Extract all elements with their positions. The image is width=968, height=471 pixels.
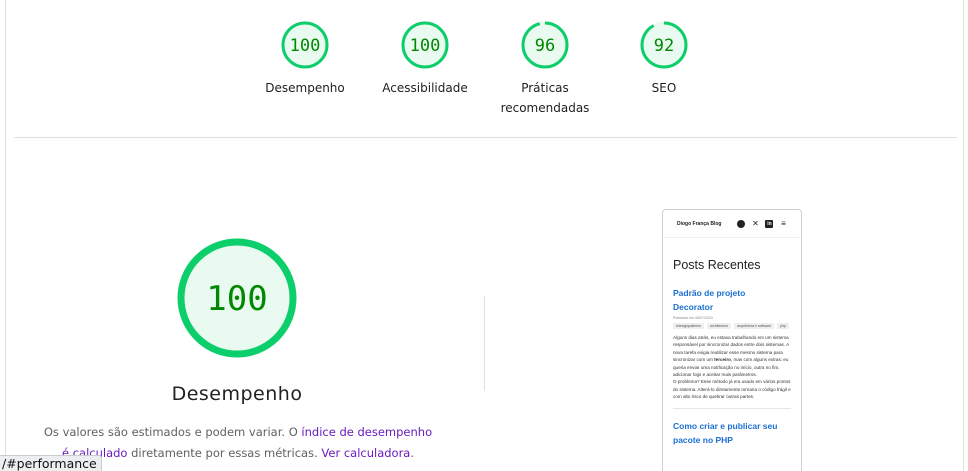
gauge-label: SEO <box>651 81 677 95</box>
post-title: Como criar e publicar seu pacote no PHP <box>673 420 778 445</box>
gauge-ring: 92 <box>640 21 688 69</box>
post-divider <box>673 407 791 409</box>
recent-posts-heading: Posts Recentes <box>673 258 761 272</box>
gauge-label: Desempenho <box>265 81 345 95</box>
performance-score: 100 <box>206 279 267 319</box>
post-title: Padrão de projeto Decorator <box>673 288 746 312</box>
performance-gauge: 100 <box>177 238 297 358</box>
gauge-seo[interactable]: 92 SEO <box>604 20 724 98</box>
category-gauges: 100 Desempenho 100 Acessibilidade 96 Prá… <box>0 0 968 137</box>
svg-text:100: 100 <box>290 36 321 56</box>
tag: architecture <box>706 323 732 329</box>
menu-icon: ≡ <box>781 218 786 228</box>
linkedin-icon: in <box>765 219 774 228</box>
gauge-label: Práticas recomendadas <box>500 81 590 115</box>
x-icon: ✕ <box>752 218 759 228</box>
gauge-performance[interactable]: 100 Desempenho <box>245 20 365 98</box>
blog-brand: Diogo França Blog <box>677 220 722 227</box>
blog-header: Diogo França Blog ✕ in ≡ <box>663 210 801 238</box>
post-excerpt: Alguns dias atrás, eu estava trabalhando… <box>673 335 791 400</box>
tag: #designpatterns <box>673 323 704 329</box>
svg-text:92: 92 <box>654 36 674 56</box>
vertical-divider <box>484 296 485 391</box>
section-divider <box>14 137 957 138</box>
gauge-best-practices[interactable]: 96 Práticas recomendadas <box>485 20 605 118</box>
gauge-ring: 96 <box>521 21 569 69</box>
gauge-label: Acessibilidade <box>382 81 468 95</box>
gauge-ring: 100 <box>281 21 329 69</box>
gauge-ring: 100 <box>401 21 449 69</box>
tag: php <box>777 323 789 329</box>
performance-title: Desempenho <box>171 383 303 405</box>
github-icon <box>737 219 746 228</box>
svg-text:100: 100 <box>410 36 441 56</box>
final-screenshot-thumbnail[interactable]: Diogo França Blog ✕ in ≡ Posts Recentes … <box>662 209 802 471</box>
calculator-link[interactable]: Ver calculadora <box>321 446 410 460</box>
svg-text:96: 96 <box>535 36 555 56</box>
post-tags: #designpatterns architecture arquitetura… <box>673 323 795 332</box>
status-bar-url: /#performance <box>0 455 102 471</box>
tag: arquitetura e software <box>734 323 775 329</box>
gauge-accessibility[interactable]: 100 Acessibilidade <box>365 20 485 98</box>
post-date: Publicado em 08/07/2024 <box>673 316 713 320</box>
